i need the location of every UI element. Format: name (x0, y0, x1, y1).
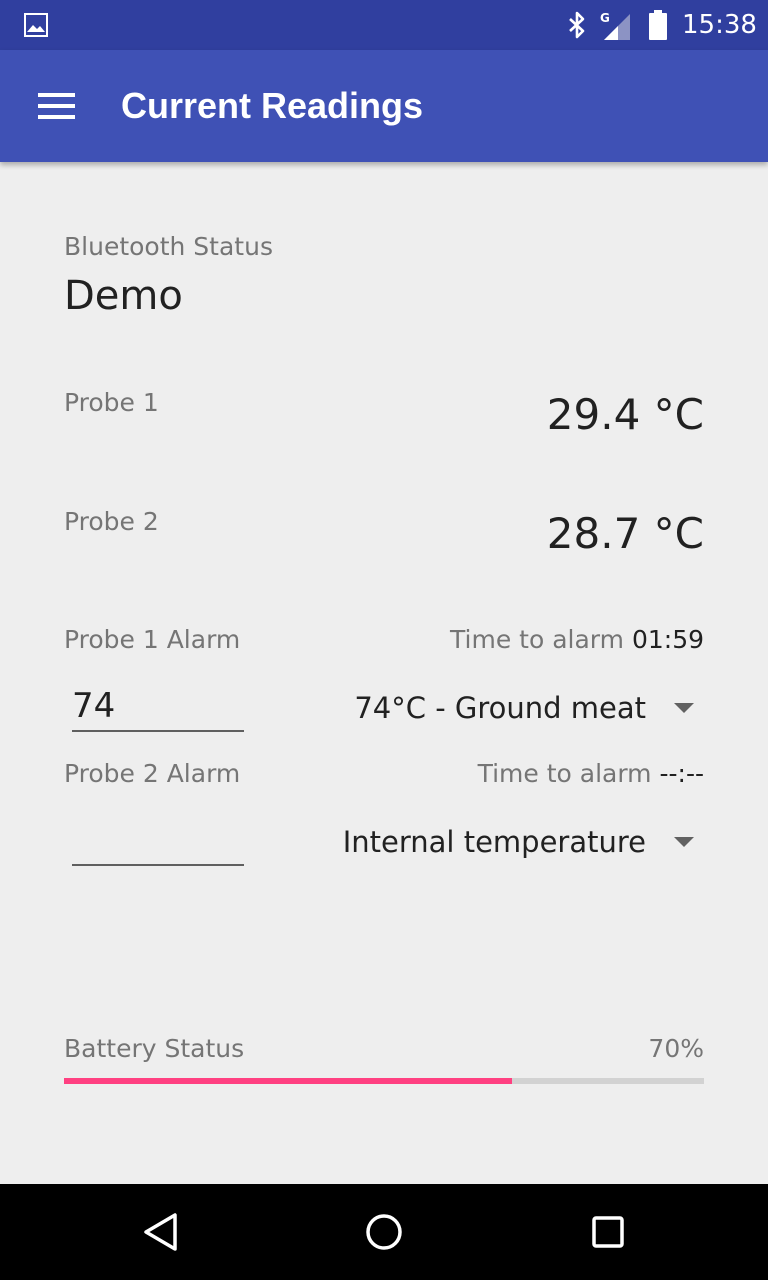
probe-2-preset-value: Internal temperature (342, 825, 646, 859)
menu-icon[interactable] (28, 86, 84, 126)
dropdown-arrow-icon (674, 837, 694, 847)
probe-1-preset-dropdown[interactable]: 74°C - Ground meat (354, 686, 704, 730)
battery-icon (649, 10, 667, 40)
probe-1-time-to-alarm: Time to alarm 01:59 (450, 625, 704, 655)
bluetooth-status-label: Bluetooth Status (64, 232, 273, 261)
probe-2-alarm-label: Probe 2 Alarm (64, 759, 241, 788)
home-icon[interactable] (360, 1208, 408, 1256)
probe-2-time-to-alarm: Time to alarm --:-- (478, 759, 704, 789)
battery-progress-fill (64, 1078, 512, 1084)
signal-icon: G (600, 11, 630, 40)
probe-2-preset-dropdown[interactable]: Internal temperature (343, 820, 704, 864)
bluetooth-icon (569, 11, 585, 39)
back-icon[interactable] (136, 1208, 184, 1256)
battery-status-label: Battery Status (64, 1034, 245, 1063)
dropdown-arrow-icon (674, 703, 694, 713)
time-to-alarm-label: Time to alarm (477, 759, 652, 788)
probe-1-preset-value: 74°C - Ground meat (354, 691, 646, 725)
probe-2-label: Probe 2 (64, 507, 159, 536)
svg-text:G: G (600, 11, 610, 25)
probe-1-label: Probe 1 (64, 388, 159, 417)
probe-1-alarm-input[interactable]: 74 (72, 684, 244, 732)
status-time: 15:38 (682, 10, 757, 40)
gallery-icon (24, 13, 48, 37)
probe-2-temperature: 28.7 °C (546, 509, 704, 558)
time-to-alarm-label: Time to alarm (450, 625, 624, 654)
navigation-bar (0, 1184, 768, 1280)
bluetooth-status-value: Demo (64, 273, 183, 319)
page-title: Current Readings (121, 85, 424, 126)
battery-status-value: 70% (648, 1034, 704, 1063)
probe-2-alarm-input[interactable] (72, 818, 244, 866)
status-bar: G 15:38 (0, 0, 768, 50)
probe-1-temperature: 29.4 °C (546, 390, 704, 439)
app-bar: Current Readings (0, 50, 768, 162)
time-to-alarm-value: 01:59 (631, 625, 704, 654)
recent-apps-icon[interactable] (584, 1208, 632, 1256)
time-to-alarm-value: --:-- (659, 759, 704, 788)
probe-1-alarm-label: Probe 1 Alarm (64, 625, 241, 654)
battery-progress-bar (64, 1078, 704, 1084)
